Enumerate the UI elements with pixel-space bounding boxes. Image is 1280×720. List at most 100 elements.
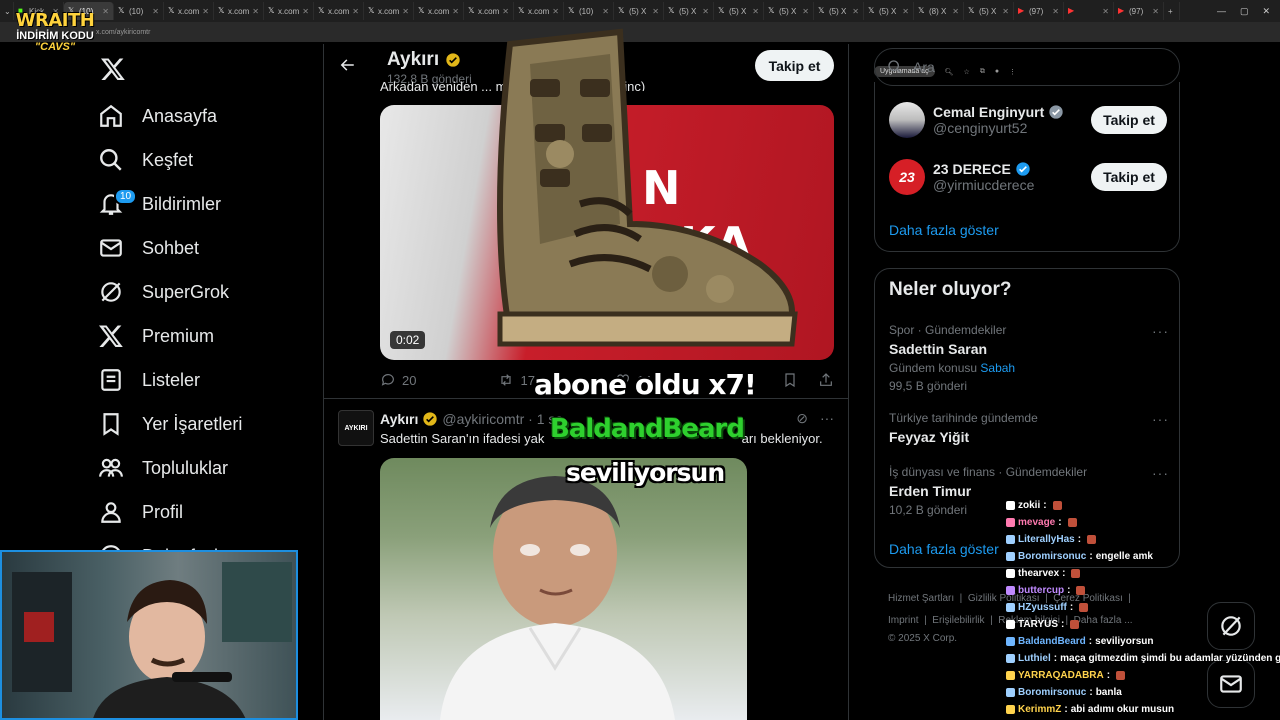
close-tab-icon[interactable]: ✕ — [102, 7, 109, 16]
chat-separator: : — [1069, 602, 1074, 613]
bookmark-icon — [103, 413, 119, 436]
repost-button[interactable]: 17 — [498, 372, 535, 388]
maximize-icon[interactable]: ▢ — [1240, 6, 1249, 17]
url-text[interactable]: x.com/aykiricomtr — [96, 29, 150, 36]
nav-item-6[interactable]: Listeler — [98, 358, 200, 402]
close-tab-icon[interactable]: ✕ — [1152, 7, 1159, 16]
browser-tab[interactable]: 𝕏x.com ✕ — [464, 2, 514, 20]
close-tab-icon[interactable]: ✕ — [502, 7, 509, 16]
post2-avatar[interactable]: AYKIRI — [338, 410, 374, 446]
browser-tab[interactable]: 𝕏x.com ✕ — [164, 2, 214, 20]
new-tab-icon[interactable]: + — [1164, 2, 1180, 20]
browser-tab[interactable]: 𝕏 (5) X ✕ — [614, 2, 664, 20]
search-box[interactable]: Ara — [874, 48, 1180, 86]
close-tab-icon[interactable]: ✕ — [1002, 7, 1009, 16]
close-window-icon[interactable]: ✕ — [1262, 6, 1270, 17]
browser-tab[interactable]: 𝕏 (10) ✕ — [114, 2, 164, 20]
nav-label: Keşfet — [142, 149, 194, 170]
chat-message: KerimmZ: abi adımı okur musun — [1006, 704, 1174, 715]
grok-button[interactable] — [1207, 602, 1255, 650]
nav-item-4[interactable]: SuperGrok — [98, 270, 229, 314]
close-tab-icon[interactable]: ✕ — [352, 7, 359, 16]
browser-tab[interactable]: 𝕏 (8) X ✕ — [914, 2, 964, 20]
tab-label: x.com — [427, 6, 450, 16]
close-tab-icon[interactable]: ✕ — [852, 7, 859, 16]
browser-tab[interactable]: ▶ ✕ — [1064, 2, 1114, 20]
follow-button[interactable]: Takip et — [1091, 106, 1167, 134]
more-options-icon[interactable]: ··· — [1152, 465, 1169, 481]
bookmark-icon[interactable] — [782, 372, 798, 388]
more-options-icon[interactable]: ··· — [820, 410, 834, 427]
close-tab-icon[interactable]: ✕ — [302, 7, 309, 16]
close-tab-icon[interactable]: ✕ — [152, 7, 159, 16]
close-tab-icon[interactable]: ✕ — [952, 7, 959, 16]
close-tab-icon[interactable]: ✕ — [202, 7, 209, 16]
search-placeholder[interactable]: Ara — [913, 59, 935, 75]
back-arrow-icon[interactable] — [338, 56, 356, 74]
close-tab-icon[interactable]: ✕ — [652, 7, 659, 16]
browser-tab[interactable]: 𝕏x.com ✕ — [264, 2, 314, 20]
follow-button[interactable]: Takip et — [1091, 163, 1167, 191]
chat-username: thearvex — [1018, 568, 1060, 579]
browser-tab[interactable]: 𝕏x.com ✕ — [364, 2, 414, 20]
messages-button[interactable] — [1207, 660, 1255, 708]
minimize-icon[interactable]: — — [1217, 6, 1226, 17]
trend-item[interactable]: Spor · Gündemdekiler Sadettin Saran Günd… — [889, 323, 1169, 393]
share-icon[interactable] — [818, 372, 834, 388]
browser-tab[interactable]: 𝕏x.com ✕ — [514, 2, 564, 20]
post2-handle: @aykiricomtr · 1 sa — [442, 411, 564, 427]
x-icon: 𝕏 — [168, 6, 175, 15]
post2-image[interactable] — [380, 458, 747, 720]
nav-item-0[interactable]: Anasayfa — [98, 94, 217, 138]
browser-tab[interactable]: 𝕏x.com ✕ — [214, 2, 264, 20]
suggested-account-2[interactable]: 23 23 DERECE @yirmiucderece — [889, 159, 1034, 195]
browser-tab[interactable]: 𝕏 (5) X ✕ — [764, 2, 814, 20]
browser-tab[interactable]: 𝕏 (5) X ✕ — [814, 2, 864, 20]
close-tab-icon[interactable]: ✕ — [702, 7, 709, 16]
nav-item-9[interactable]: Profil — [98, 490, 183, 534]
nav-item-2[interactable]: Bildirimler 10 — [98, 182, 221, 226]
suggested-account-1[interactable]: Cemal Enginyurt @cenginyurt52 — [889, 102, 1064, 138]
nav-item-8[interactable]: Topluluklar — [98, 446, 228, 490]
close-tab-icon[interactable]: ✕ — [602, 7, 609, 16]
close-tab-icon[interactable]: ✕ — [1052, 7, 1059, 16]
chat-badge-icon — [1006, 705, 1015, 714]
grok-icon[interactable]: ⊘ — [796, 410, 808, 427]
reply-button[interactable]: 20 — [380, 372, 416, 388]
close-tab-icon[interactable]: ✕ — [802, 7, 809, 16]
x-logo-icon[interactable] — [100, 56, 126, 82]
browser-tab[interactable]: 𝕏x.com ✕ — [314, 2, 364, 20]
nav-item-5[interactable]: Premium — [98, 314, 214, 358]
browser-tab[interactable]: 𝕏 (5) X ✕ — [964, 2, 1014, 20]
close-tab-icon[interactable]: ✕ — [402, 7, 409, 16]
nav-item-7[interactable]: Yer İşaretleri — [98, 402, 242, 446]
x-icon: 𝕏 — [768, 6, 775, 15]
post2-author[interactable]: Aykırı @aykiricomtr · 1 sa — [380, 411, 563, 427]
chat-separator: : — [1088, 636, 1093, 647]
browser-tab[interactable]: 𝕏x.com ✕ — [414, 2, 464, 20]
more-options-icon[interactable]: ··· — [1152, 323, 1169, 339]
browser-tab[interactable]: 𝕏 (5) X ✕ — [714, 2, 764, 20]
browser-tab[interactable]: ▶ (97) ✕ — [1014, 2, 1064, 20]
list-icon — [101, 369, 121, 391]
close-tab-icon[interactable]: ✕ — [902, 7, 909, 16]
chat-badge-icon — [1006, 518, 1015, 527]
close-tab-icon[interactable]: ✕ — [752, 7, 759, 16]
close-tab-icon[interactable]: ✕ — [452, 7, 459, 16]
show-more-link[interactable]: Daha fazla göster — [889, 222, 999, 238]
browser-tab[interactable]: 𝕏 (5) X ✕ — [664, 2, 714, 20]
nav-item-1[interactable]: Keşfet — [98, 138, 193, 182]
close-tab-icon[interactable]: ✕ — [1102, 7, 1109, 16]
show-more-link[interactable]: Daha fazla göster — [889, 541, 999, 557]
trend-item[interactable]: Türkiye tarihinde gündemde Feyyaz Yiğit … — [889, 411, 1169, 445]
nav-label: Sohbet — [142, 237, 200, 258]
close-tab-icon[interactable]: ✕ — [552, 7, 559, 16]
browser-tab[interactable]: 𝕏 (10) ✕ — [564, 2, 614, 20]
close-tab-icon[interactable]: ✕ — [252, 7, 259, 16]
chat-separator: : — [1064, 704, 1068, 715]
browser-tab[interactable]: 𝕏 (5) X ✕ — [864, 2, 914, 20]
nav-label: Profil — [142, 501, 184, 522]
more-options-icon[interactable]: ··· — [1152, 411, 1169, 427]
nav-item-3[interactable]: Sohbet — [98, 226, 199, 270]
browser-tab[interactable]: ▶ (97) ✕ — [1114, 2, 1164, 20]
